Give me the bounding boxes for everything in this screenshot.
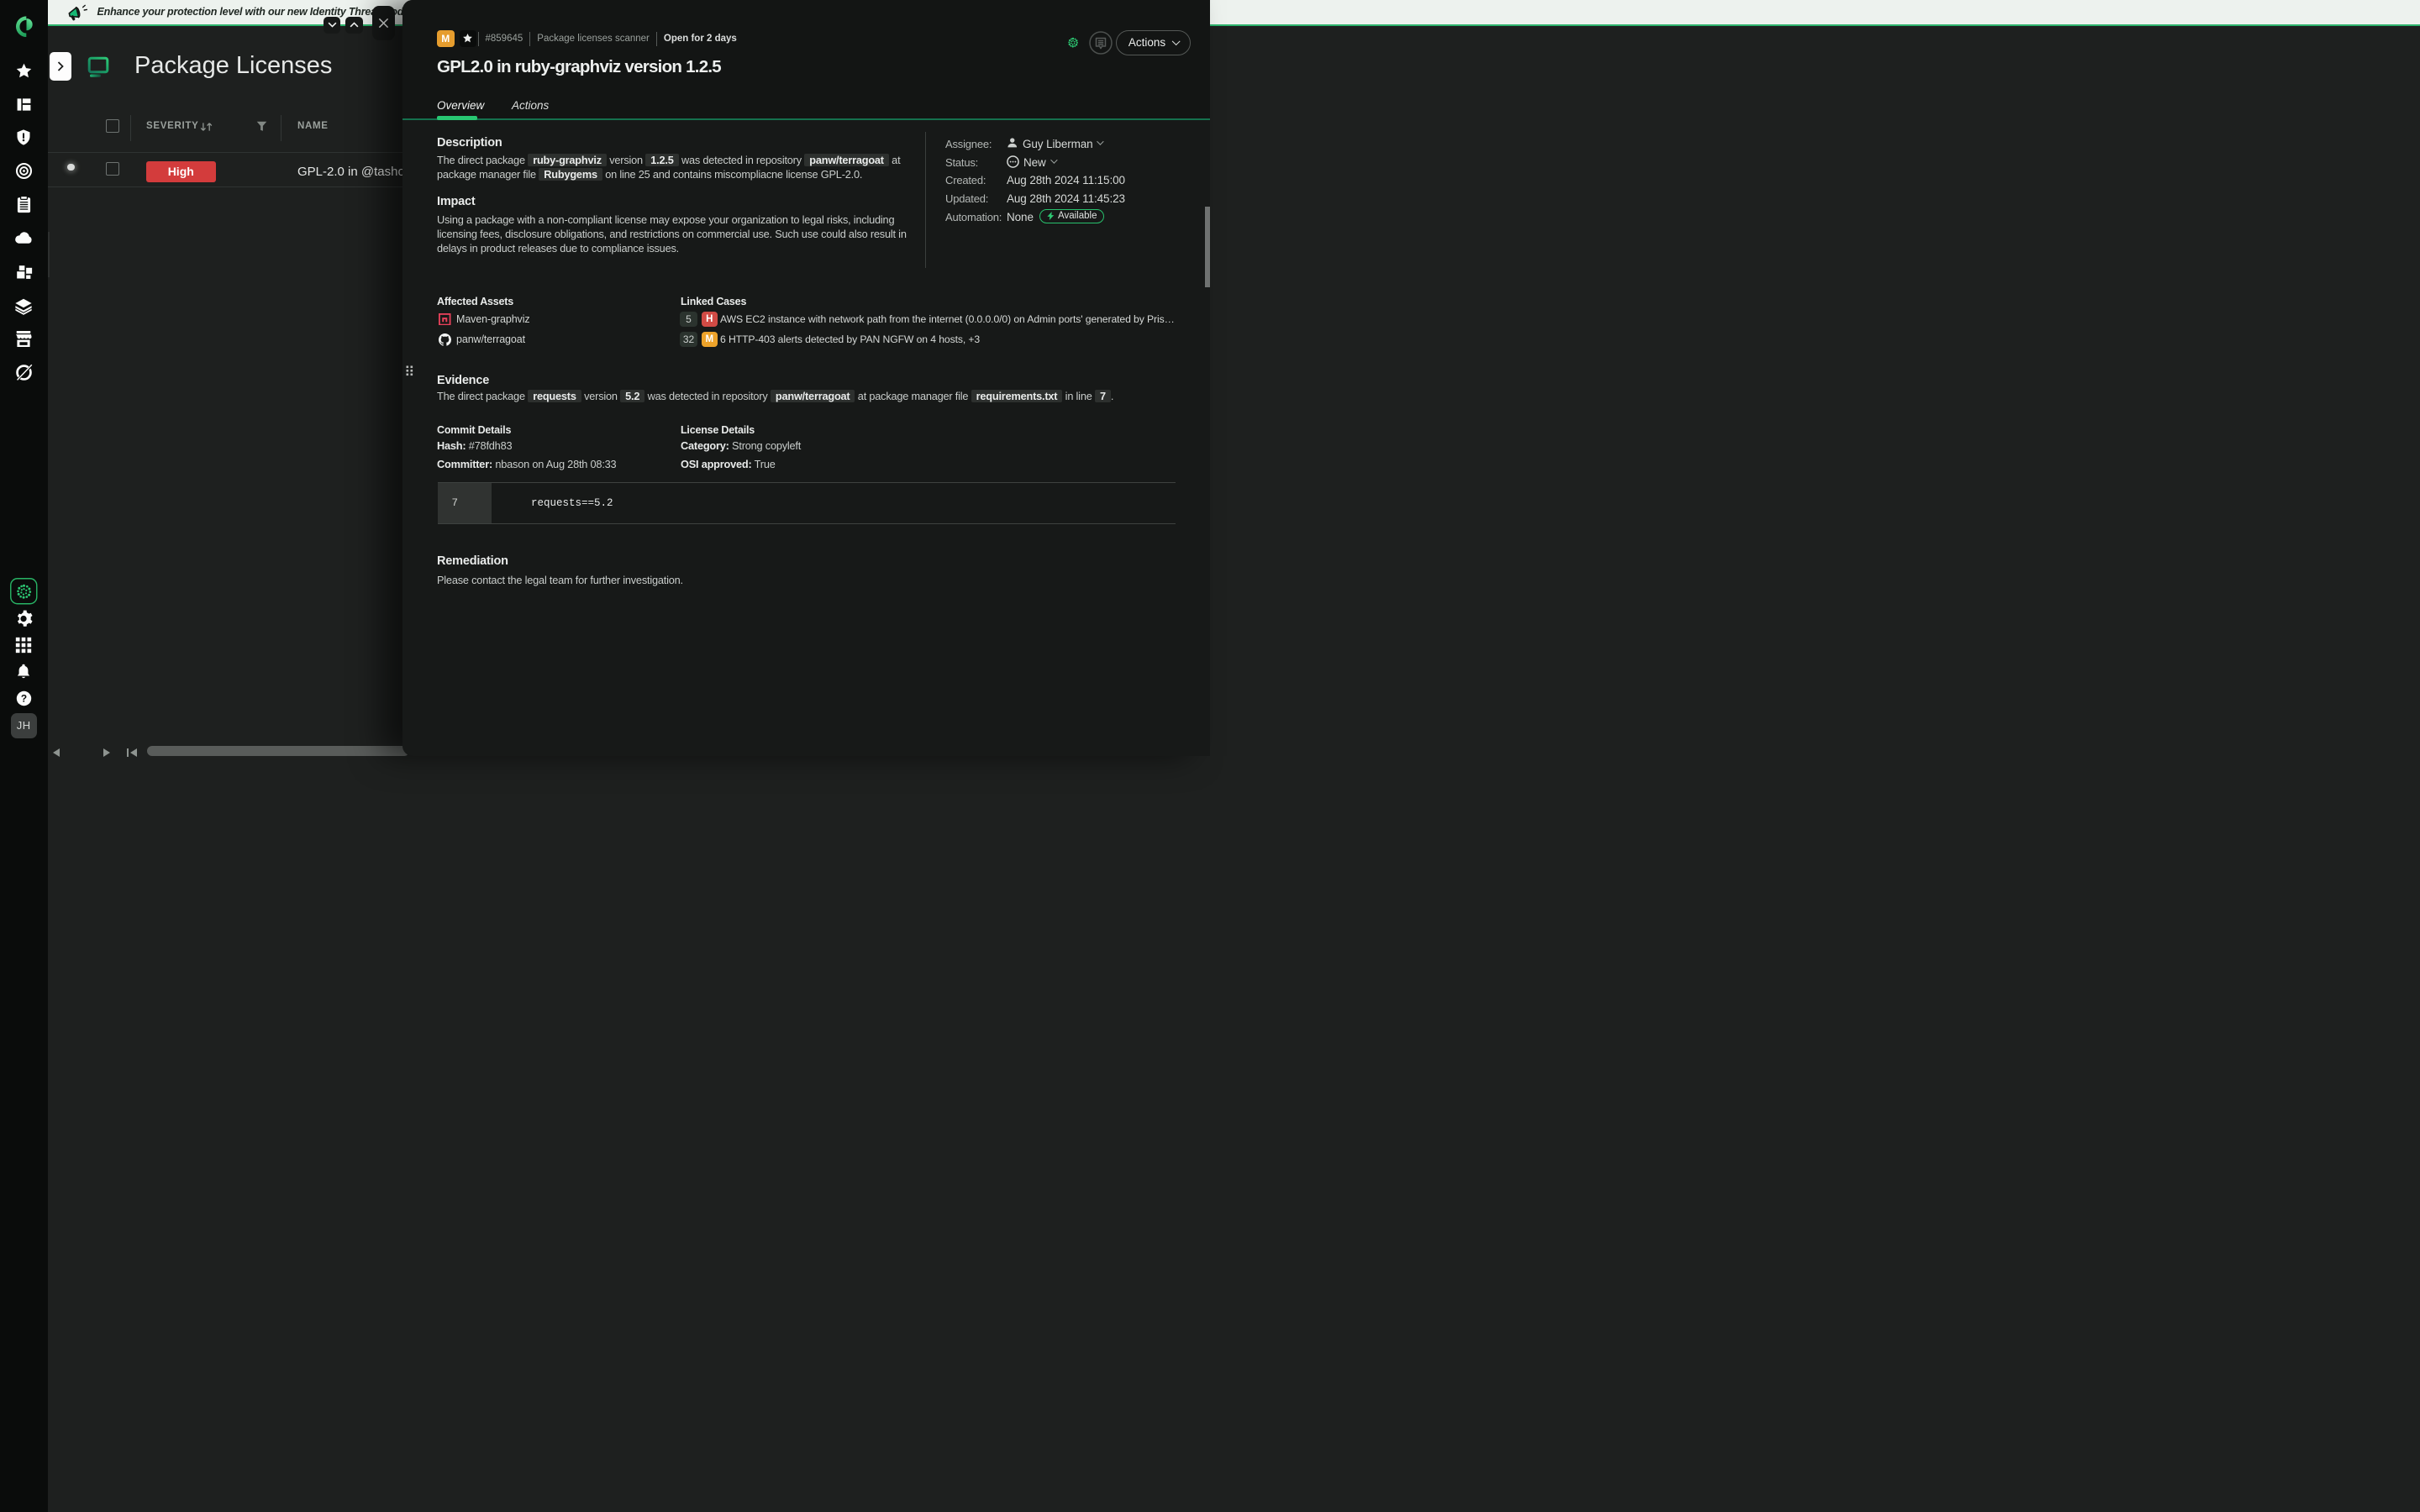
svg-text:?: ? — [21, 692, 27, 704]
